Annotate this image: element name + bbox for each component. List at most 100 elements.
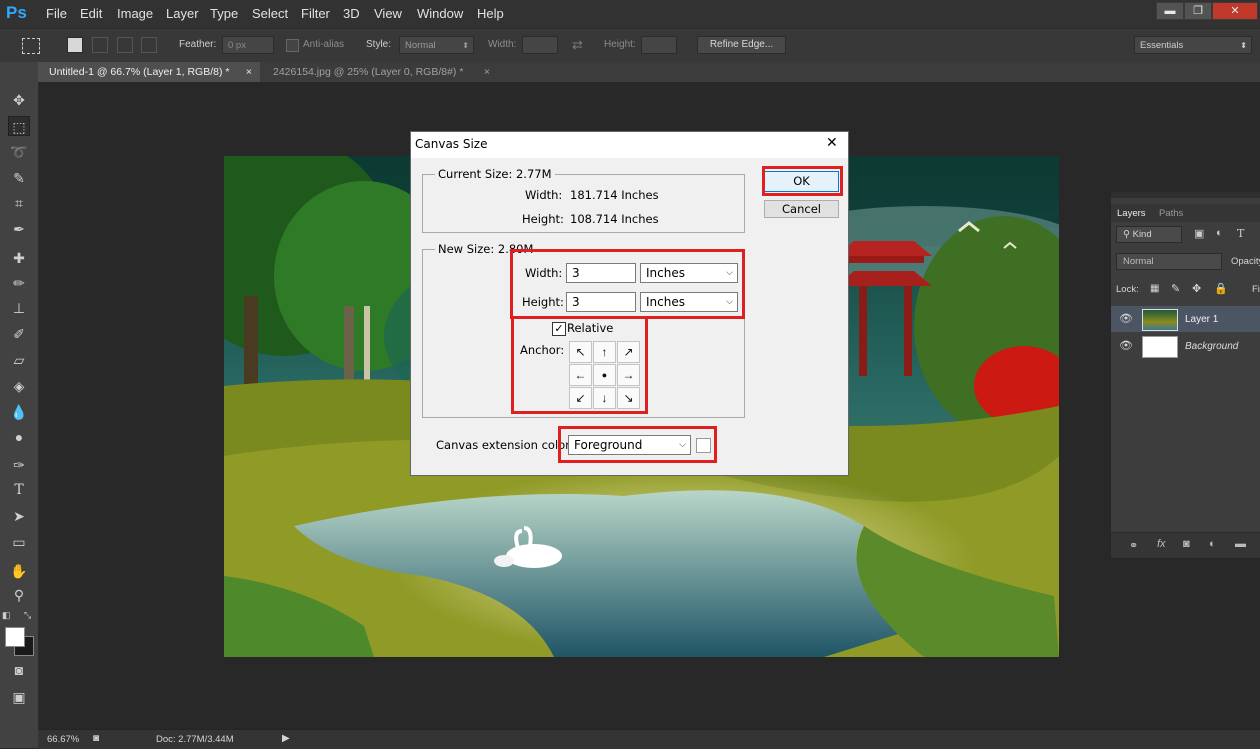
link-icon[interactable]: ⚭	[1129, 539, 1138, 552]
pen-tool-icon[interactable]: ✑	[8, 455, 30, 475]
style-value: Normal	[405, 40, 436, 51]
lock-label: Lock:	[1116, 284, 1139, 295]
current-size-label: Current Size: 2.77M	[435, 167, 555, 181]
new-selection-icon[interactable]	[67, 37, 83, 53]
menu-select[interactable]: Select	[252, 6, 288, 21]
dodge-tool-icon[interactable]: ●	[8, 427, 30, 447]
menu-filter[interactable]: Filter	[301, 6, 330, 21]
history-brush-tool-icon[interactable]: ✐	[8, 324, 30, 344]
close-icon[interactable]: ×	[484, 62, 490, 82]
tools-panel: ✥ ⬚ ➰ ✎ ⌗ ✒ ✚ ✏ ⊥ ✐ ▱ ◈ 💧 ● ✑ T ➤ ▭ ✋ ⚲ …	[0, 62, 39, 748]
tab-label: Untitled-1 @ 66.7% (Layer 1, RGB/8) *	[49, 66, 230, 78]
layer-name: Layer 1	[1185, 314, 1219, 325]
close-icon[interactable]: ×	[246, 62, 252, 82]
tab-paths[interactable]: Paths	[1159, 208, 1183, 219]
menu-window[interactable]: Window	[417, 6, 463, 21]
intersect-selection-icon[interactable]	[141, 37, 157, 53]
rectangle-tool-icon[interactable]: ▭	[8, 532, 30, 552]
menu-type[interactable]: Type	[210, 6, 238, 21]
dialog-title-bar: Canvas Size ✕	[411, 132, 848, 158]
layer-row-background[interactable]: 👁 Background	[1111, 333, 1260, 359]
layer-row-layer-1[interactable]: 👁 Layer 1	[1111, 306, 1260, 332]
lock-paint-icon[interactable]: ✎	[1171, 282, 1180, 295]
hand-tool-icon[interactable]: ✋	[8, 561, 30, 581]
adjustment-icon[interactable]: ◐	[1209, 538, 1216, 550]
subtract-selection-icon[interactable]	[117, 37, 133, 53]
filter-kind-select[interactable]: ⚲ Kind	[1116, 226, 1182, 243]
style-select[interactable]: Normal ⬍	[399, 36, 474, 54]
status-menu-arrow-icon[interactable]: ▶	[282, 733, 290, 744]
menu-3d[interactable]: 3D	[343, 6, 360, 21]
adjustment-filter-icon[interactable]: ◐	[1216, 227, 1223, 239]
menu-image[interactable]: Image	[117, 6, 153, 21]
zoom-tool-icon[interactable]: ⚲	[8, 585, 30, 605]
antialias-checkbox[interactable]	[286, 39, 299, 52]
minimize-button[interactable]: ▬	[1156, 2, 1184, 20]
current-height-value: 108.714 Inches	[570, 212, 659, 226]
tab-untitled-1[interactable]: Untitled-1 @ 66.7% (Layer 1, RGB/8) * ×	[38, 62, 260, 82]
width-input[interactable]	[522, 36, 558, 54]
options-bar: Feather: 0 px Anti-alias Style: Normal ⬍ …	[0, 28, 1260, 63]
search-icon: ⚲	[1123, 229, 1133, 240]
menu-file[interactable]: File	[46, 6, 67, 21]
mask-icon[interactable]: ◙	[1183, 538, 1190, 550]
default-colors-icon[interactable]: ◧	[2, 610, 11, 621]
healing-brush-tool-icon[interactable]: ✚	[8, 248, 30, 268]
blur-tool-icon[interactable]: 💧	[8, 402, 30, 422]
layer-thumbnail	[1142, 309, 1178, 331]
paint-bucket-tool-icon[interactable]: ◈	[8, 376, 30, 396]
new-size-highlight-box	[510, 249, 745, 319]
menu-edit[interactable]: Edit	[80, 6, 102, 21]
fx-icon[interactable]: fx	[1157, 538, 1166, 550]
extension-color-highlight-box	[558, 426, 717, 463]
type-filter-icon[interactable]: T	[1237, 227, 1244, 240]
height-label: Height:	[604, 39, 636, 50]
foreground-color-swatch[interactable]	[5, 627, 25, 647]
layer-name: Background	[1185, 341, 1239, 352]
image-filter-icon[interactable]: ▣	[1194, 227, 1204, 240]
menu-help[interactable]: Help	[477, 6, 504, 21]
move-tool-icon[interactable]: ✥	[8, 90, 30, 110]
tab-layers[interactable]: Layers	[1117, 208, 1146, 219]
blend-mode-select[interactable]: Normal	[1116, 253, 1222, 270]
marquee-preset-icon[interactable]	[22, 38, 40, 54]
path-selection-tool-icon[interactable]: ➤	[8, 506, 30, 526]
close-window-button[interactable]: ✕	[1212, 2, 1258, 20]
photoshop-logo: Ps	[6, 3, 27, 22]
lock-all-icon[interactable]: 🔒	[1214, 282, 1228, 295]
lock-transparent-icon[interactable]: ▦	[1150, 283, 1159, 294]
chevron-down-icon: ⬍	[1240, 41, 1247, 50]
swap-icon[interactable]: ⇄	[572, 37, 583, 53]
swap-colors-icon[interactable]: ⤡	[24, 610, 31, 621]
cancel-button[interactable]: Cancel	[764, 200, 839, 218]
close-icon[interactable]: ✕	[826, 135, 838, 151]
quick-mask-icon[interactable]: ◙	[8, 660, 30, 680]
add-selection-icon[interactable]	[92, 37, 108, 53]
eyedropper-tool-icon[interactable]: ✒	[8, 219, 30, 239]
zoom-level[interactable]: 66.67%	[47, 734, 79, 745]
menu-view[interactable]: View	[374, 6, 402, 21]
clone-stamp-tool-icon[interactable]: ⊥	[8, 298, 30, 318]
lock-position-icon[interactable]: ✥	[1192, 282, 1201, 295]
height-input[interactable]	[641, 36, 677, 54]
marquee-tool-icon[interactable]: ⬚	[8, 116, 30, 136]
feather-input[interactable]: 0 px	[222, 36, 274, 54]
eye-icon[interactable]: 👁	[1119, 312, 1133, 325]
screen-mode-icon[interactable]: ▣	[8, 687, 30, 707]
lasso-tool-icon[interactable]: ➰	[8, 142, 30, 162]
crop-tool-icon[interactable]: ⌗	[8, 193, 30, 213]
status-info-icon[interactable]: ◙	[93, 733, 99, 744]
tab-2426154[interactable]: 2426154.jpg @ 25% (Layer 0, RGB/8#) * ×	[262, 62, 498, 82]
quick-selection-tool-icon[interactable]: ✎	[8, 168, 30, 188]
group-folder-icon[interactable]: ▬	[1235, 538, 1246, 550]
type-tool-icon[interactable]: T	[8, 480, 30, 500]
eye-icon[interactable]: 👁	[1119, 339, 1133, 352]
menu-layer[interactable]: Layer	[166, 6, 199, 21]
workspace-select[interactable]: Essentials ⬍	[1134, 36, 1252, 54]
brush-tool-icon[interactable]: ✏	[8, 273, 30, 293]
panel-header-strip	[1111, 192, 1260, 198]
refine-edge-button[interactable]: Refine Edge...	[697, 36, 786, 54]
restore-button[interactable]: ❐	[1184, 2, 1212, 20]
eraser-tool-icon[interactable]: ▱	[8, 350, 30, 370]
extension-color-label: Canvas extension color:	[436, 438, 574, 452]
